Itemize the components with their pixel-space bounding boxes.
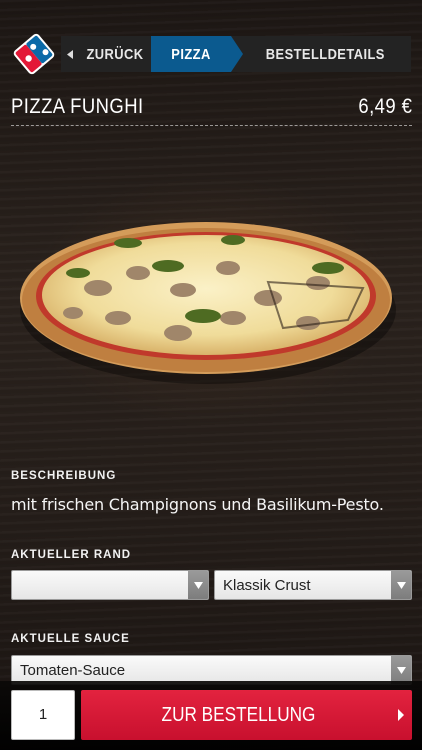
nav-pizza-label: PIZZA: [171, 45, 211, 63]
add-to-order-button[interactable]: ZUR BESTELLUNG HINZUFÜGEN: [81, 690, 412, 740]
product-title-row: PIZZA FUNGHI 6,49 €: [11, 88, 412, 126]
nav-back-button[interactable]: ZURÜCK: [84, 36, 146, 72]
dominos-logo-icon[interactable]: [10, 30, 58, 78]
triangle-down-icon[interactable]: [188, 571, 208, 599]
triangle-down-icon[interactable]: [391, 571, 411, 599]
description-text: mit frischen Champignons und Basilikum-P…: [11, 495, 384, 514]
description-label: BESCHREIBUNG: [11, 470, 117, 482]
sauce-value: Tomaten-Sauce: [20, 662, 126, 679]
add-to-order-label: ZUR BESTELLUNG HINZUFÜGEN: [161, 704, 316, 726]
nav-order-details-button[interactable]: BESTELLDETAILS: [244, 36, 399, 72]
triangle-left-icon[interactable]: [61, 36, 79, 72]
header: ZURÜCK PIZZA BESTELLDETAILS: [0, 0, 422, 80]
crust-type-value: Klassik Crust: [223, 577, 311, 594]
triangle-down-icon[interactable]: [391, 656, 411, 684]
quantity-input[interactable]: 1: [11, 690, 75, 740]
sauce-label: AKTUELLE SAUCE: [11, 633, 130, 645]
crust-size-select[interactable]: [11, 570, 209, 600]
triangle-right-icon: [398, 709, 404, 721]
crust-label: AKTUELLER RAND: [11, 549, 132, 561]
page-title: PIZZA FUNGHI: [11, 94, 144, 118]
nav-current-step: PIZZA: [151, 36, 243, 72]
price-label: 6,49 €: [357, 94, 412, 118]
bottom-order-bar: 1 ZUR BESTELLUNG HINZUFÜGEN: [0, 681, 422, 750]
crust-type-select[interactable]: Klassik Crust: [214, 570, 412, 600]
breadcrumb-nav: ZURÜCK PIZZA BESTELLDETAILS: [61, 36, 411, 72]
pizza-image: [20, 222, 396, 384]
